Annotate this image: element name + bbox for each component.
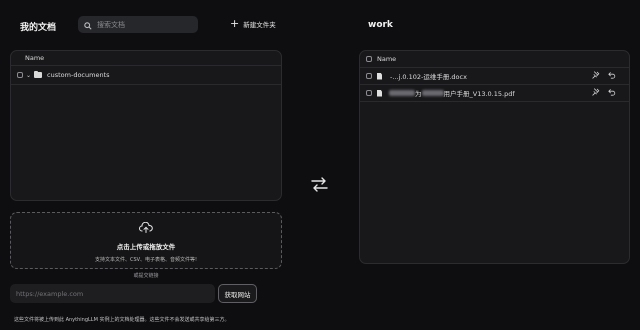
chevron-down-icon[interactable]: ⌄ bbox=[26, 72, 31, 79]
plus-icon: + bbox=[230, 17, 240, 30]
file-checkbox[interactable] bbox=[366, 73, 372, 79]
folder-row[interactable]: ⌄ custom-documents bbox=[11, 66, 281, 85]
or-submit-link-label: 或提交链接 bbox=[133, 273, 159, 279]
redacted-text bbox=[421, 90, 444, 96]
workspace-title: work bbox=[368, 20, 393, 30]
file-checkbox[interactable] bbox=[366, 90, 372, 96]
cloud-upload-icon bbox=[139, 218, 153, 237]
column-name-header: Name bbox=[25, 54, 45, 62]
folder-icon bbox=[34, 71, 43, 78]
upload-sub-text: 支持文本文件、CSV、电子表格、音频文件等! bbox=[94, 257, 198, 263]
workspace-panel: Name -...j.0.102-运维手册.docx 为 用户手册_V13.0.… bbox=[359, 50, 630, 264]
url-input[interactable]: https://example.com bbox=[10, 284, 215, 303]
url-placeholder: https://example.com bbox=[16, 289, 84, 298]
undo-icon[interactable] bbox=[608, 88, 616, 98]
workspace-table-header: Name bbox=[360, 51, 629, 68]
upload-dropzone[interactable]: 点击上传或拖放文件 支持文本文件、CSV、电子表格、音频文件等! bbox=[10, 212, 282, 269]
my-documents-title: 我的文档 bbox=[20, 23, 57, 33]
search-icon bbox=[84, 15, 92, 34]
upload-main-text: 点击上传或拖放文件 bbox=[116, 243, 176, 251]
pin-icon[interactable] bbox=[592, 71, 600, 81]
new-folder-button[interactable]: + 新建文件夹 bbox=[230, 17, 276, 30]
swap-arrows-icon[interactable] bbox=[311, 177, 328, 196]
table-header: Name bbox=[11, 51, 281, 66]
redacted-text bbox=[389, 90, 415, 96]
folder-checkbox[interactable] bbox=[17, 72, 23, 78]
select-all-checkbox[interactable] bbox=[366, 56, 372, 62]
file-name-prefix: 为 bbox=[415, 90, 422, 98]
pin-icon[interactable] bbox=[592, 88, 600, 98]
file-icon bbox=[377, 89, 382, 97]
my-documents-panel: Name ⌄ custom-documents bbox=[10, 50, 282, 201]
file-name: 用户手册_V13.0.15.pdf bbox=[443, 90, 515, 98]
folder-name: custom-documents bbox=[47, 71, 110, 79]
file-name: -...j.0.102-运维手册.docx bbox=[390, 73, 467, 81]
undo-icon[interactable] bbox=[608, 71, 616, 81]
workspace-file-row[interactable]: 为 用户手册_V13.0.15.pdf bbox=[360, 85, 629, 102]
file-icon bbox=[377, 72, 382, 80]
search-placeholder: 搜索文档 bbox=[97, 20, 125, 29]
footer-notice: 这些文件将被上传到此 AnythingLLM 实例上的文档处理器。这些文件不会发… bbox=[14, 317, 230, 323]
fetch-website-button[interactable]: 获取网站 bbox=[218, 284, 257, 303]
new-folder-label: 新建文件夹 bbox=[243, 21, 276, 29]
search-input[interactable]: 搜索文档 bbox=[78, 16, 198, 33]
workspace-column-name-header: Name bbox=[377, 55, 397, 63]
workspace-file-row[interactable]: -...j.0.102-运维手册.docx bbox=[360, 68, 629, 85]
